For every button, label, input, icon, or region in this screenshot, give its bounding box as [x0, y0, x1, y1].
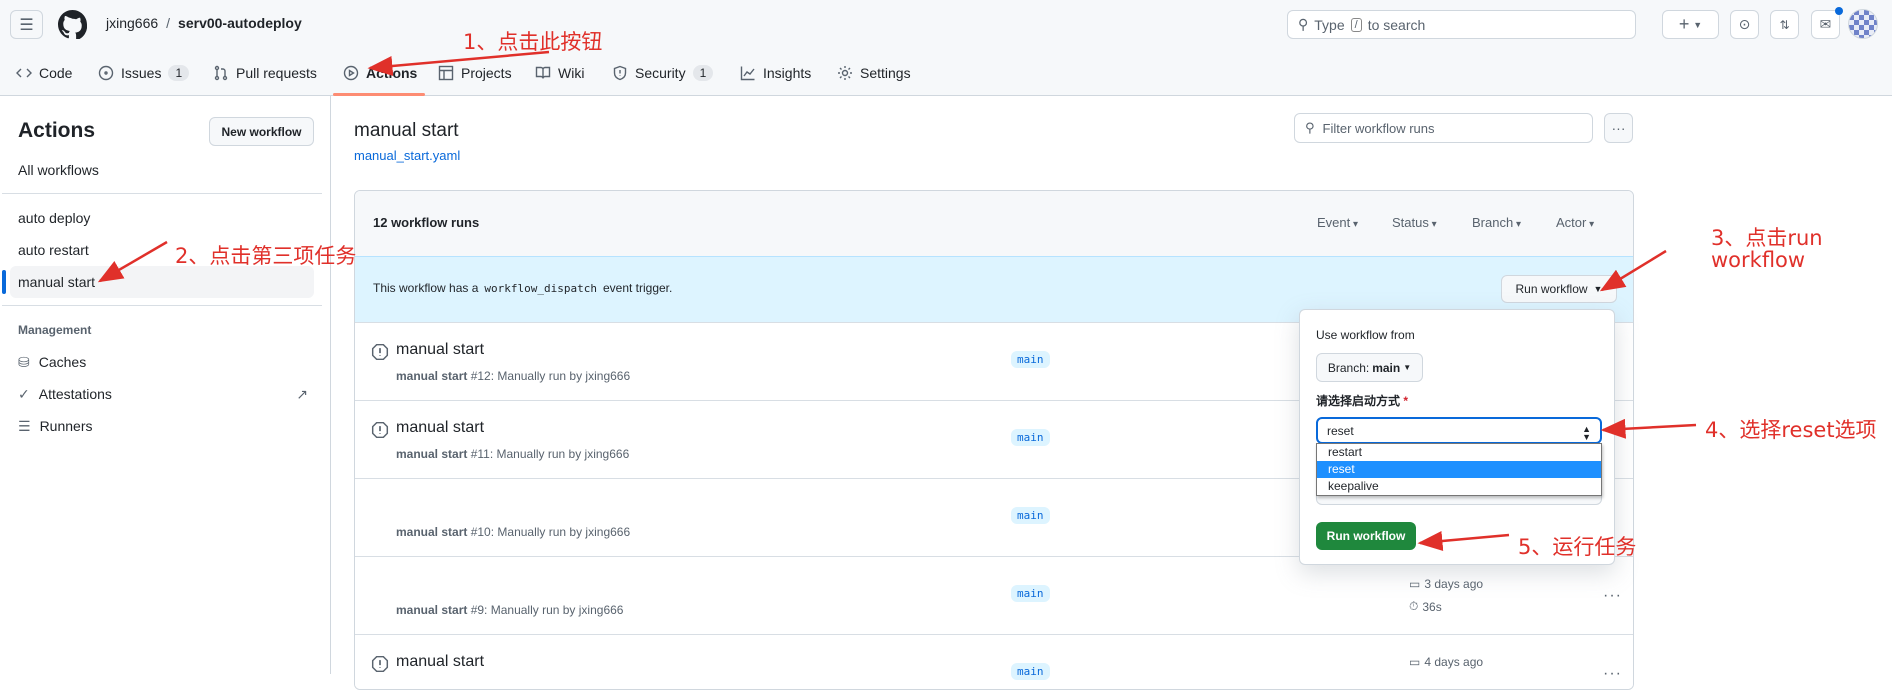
annotation-step-3-cont: workflow [1711, 248, 1806, 272]
annotation-step-2: 2、点击第三项任务 [175, 244, 357, 268]
annotation-step-5: 5、运行任务 [1518, 535, 1637, 559]
annotation-step-4: 4、选择reset选项 [1705, 418, 1877, 442]
annotation-step-1: 1、点击此按钮 [463, 30, 603, 54]
annotation-arrow-4 [1600, 418, 1697, 439]
annotation-arrows [97, 50, 1697, 551]
annotation-arrow-5 [1417, 531, 1510, 551]
annotation-arrow-2 [97, 240, 168, 283]
annotation-arrow-3 [1599, 249, 1667, 292]
